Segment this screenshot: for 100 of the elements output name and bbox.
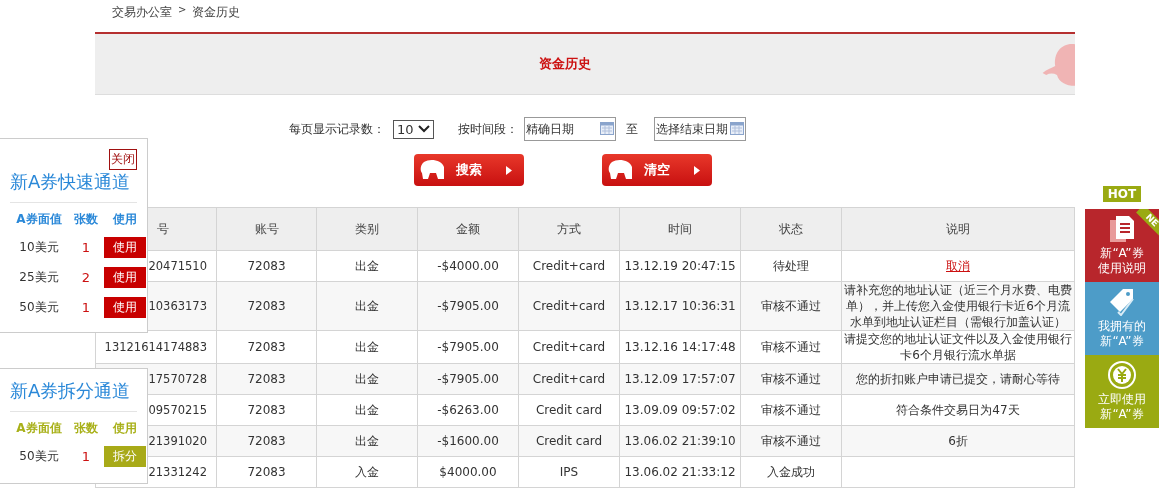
document-icon [1109,215,1135,243]
menu-label: 立即使用 [1098,392,1146,407]
table-cell: Credit card [518,425,620,457]
table-cell: Credit+card [518,281,620,331]
table-cell: 请补充您的地址认证（近三个月水费、电费单），并上传您入金使用银行卡近6个月流水单到地址认证栏目（需银行加盖认证） [841,281,1075,331]
voucher-value: 25美元 [18,269,60,286]
table-cell: 出金 [316,425,418,457]
chevron-down-icon [417,125,430,133]
page-size-select[interactable]: 10 [393,119,434,139]
page-title: 资金历史 [539,55,591,73]
table-cell: IPS [518,456,620,488]
voucher-count: 1 [80,300,92,315]
table-cell: 72083 [216,330,317,364]
table-cell: 出金 [316,281,418,331]
voucher-value: 50美元 [18,448,60,465]
table-cell: 入金成功 [740,456,842,488]
panel-title: 新A券拆分通道 [10,379,137,412]
column-header: 账号 [216,207,317,251]
menu-label: 新“A”券 [1100,246,1144,261]
cancel-link[interactable]: 取消 [946,258,970,273]
breadcrumb-link[interactable]: 交易办公室 [112,4,172,26]
table-cell: 72083 [216,425,317,457]
table-cell: 13.12.19 20:47:15 [619,250,741,282]
voucher-value: 50美元 [18,299,60,316]
clear-button[interactable]: 清空 [602,154,712,186]
table-cell: 13.12.17 10:36:31 [619,281,741,331]
table-cell: Credit+card [518,250,620,282]
calendar-icon [599,122,614,135]
side-menu-item[interactable]: NE 新“A”券 使用说明 [1085,209,1159,282]
use-button[interactable]: 使用 [104,267,146,288]
table-cell: 审核不通过 [740,330,842,364]
table-cell: -$7905.00 [417,363,519,395]
table-cell: 审核不通过 [740,394,842,426]
end-date-field[interactable]: 选择结束日期 [653,117,746,141]
table-cell: 出金 [316,250,418,282]
use-button[interactable]: 使用 [104,297,146,318]
table-cell: -$4000.00 [417,250,519,282]
menu-label: 使用说明 [1098,261,1146,276]
table-cell: 待处理 [740,250,842,282]
tag-icon [1109,288,1135,316]
table-cell: 出金 [316,394,418,426]
table-cell: $4000.00 [417,456,519,488]
table-cell: 72083 [216,394,317,426]
breadcrumb-current: 资金历史 [192,4,241,21]
table-cell: 72083 [216,456,317,488]
new-ribbon: NE [1136,209,1159,237]
caret-right-icon [506,165,512,175]
yen-coin-icon [1108,361,1136,389]
table-cell: 审核不通过 [740,425,842,457]
column-header: 说明 [841,207,1075,251]
table-cell: 72083 [216,250,317,282]
hot-badge: HOT [1102,186,1142,202]
column-header: 使用 [112,211,138,228]
table-cell: 您的折扣账户申请已提交，请耐心等待 [841,363,1075,395]
close-button[interactable]: 关闭 [109,149,137,170]
menu-label: 新“A”券 [1100,334,1144,349]
column-header: 金额 [417,207,519,251]
voucher-value: 10美元 [18,239,60,256]
table-cell: Credit+card [518,330,620,364]
date-range-separator: 至 [625,120,638,138]
table-cell: 72083 [216,281,317,331]
start-date-field[interactable]: 精确日期 [523,117,616,141]
table-cell: Credit card [518,394,620,426]
column-header: 类别 [316,207,418,251]
voucher-count: 1 [80,449,92,464]
table-cell: 13.06.02 21:39:10 [619,425,741,457]
table-cell: -$6263.00 [417,394,519,426]
table-cell: 13.09.09 09:57:02 [619,394,741,426]
table-cell: 请提交您的地址认证文件以及入金使用银行卡6个月银行流水单据 [841,330,1075,364]
table-cell: 出金 [316,363,418,395]
column-header: 状态 [740,207,842,251]
table-cell: 审核不通过 [740,363,842,395]
search-button[interactable]: 搜索 [414,154,524,186]
menu-label: 我拥有的 [1098,319,1146,334]
table-cell: Credit+card [518,363,620,395]
period-label: 按时间段： [457,120,518,138]
table-cell: -$7905.00 [417,281,519,331]
menu-label: 新“A”券 [1100,407,1144,422]
table-cell: -$1600.00 [417,425,519,457]
column-header: 时间 [619,207,741,251]
column-header: 方式 [518,207,620,251]
table-cell: 符合条件交易日为47天 [841,394,1075,426]
breadcrumb-separator: > [178,4,187,17]
column-header: A券面值 [15,211,63,228]
table-cell: 13.12.09 17:57:07 [619,363,741,395]
voucher-count: 2 [80,270,92,285]
table-cell: 13.12.16 14:17:48 [619,330,741,364]
page-size-label: 每页显示记录数： [289,120,385,138]
table-cell: 72083 [216,363,317,395]
table-cell: -$7905.00 [417,330,519,364]
table-cell: 13.06.02 21:33:12 [619,456,741,488]
table-cell: 入金 [316,456,418,488]
table-cell: 出金 [316,330,418,364]
use-button[interactable]: 使用 [104,237,146,258]
caret-right-icon [694,165,700,175]
table-cell: 6折 [841,425,1075,457]
table-cell: 审核不通过 [740,281,842,331]
calendar-icon [729,122,744,135]
voucher-count: 1 [80,240,92,255]
panel-title: 新A券快速通道 [10,170,137,203]
